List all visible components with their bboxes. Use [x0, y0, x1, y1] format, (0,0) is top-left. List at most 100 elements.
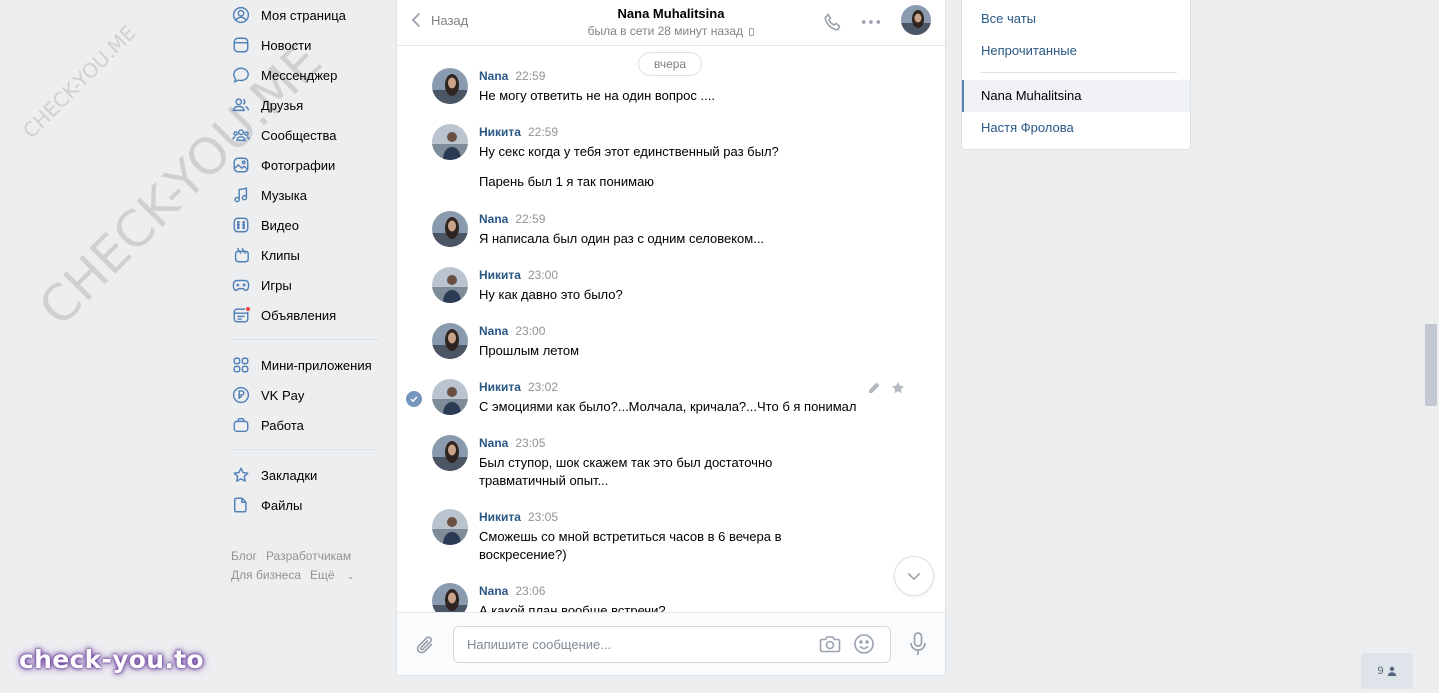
- star-icon[interactable]: [891, 381, 905, 395]
- online-friends-button[interactable]: 9: [1361, 653, 1413, 689]
- all-chats-link[interactable]: Все чаты: [962, 3, 1190, 35]
- nav-games[interactable]: Игры: [231, 270, 381, 300]
- author-name: Никита: [479, 380, 521, 394]
- nav-video[interactable]: Видео: [231, 210, 381, 240]
- message-time: 22:59: [515, 212, 546, 226]
- nav-label: Мини-приложения: [261, 357, 372, 373]
- attach-button[interactable]: [415, 633, 437, 657]
- footer-dev-link[interactable]: Разработчикам: [266, 549, 351, 563]
- message-author[interactable]: Никита 22:59: [479, 125, 558, 139]
- user-circle-icon: [231, 6, 250, 25]
- message-author[interactable]: Nana 23:05: [479, 436, 545, 450]
- message-author[interactable]: Nana 23:00: [479, 324, 545, 338]
- chat-item-active[interactable]: Nana Muhalitsina: [962, 80, 1190, 112]
- message-group-selected[interactable]: Никита 23:02 С эмоциями как было?...Молча…: [397, 379, 927, 419]
- avatar[interactable]: [432, 435, 468, 471]
- message-text: Был ступор, шок скажем так это был доста…: [479, 455, 773, 488]
- nav-music[interactable]: Музыка: [231, 180, 381, 210]
- avatar[interactable]: [432, 379, 468, 415]
- footer-more-link[interactable]: Ещё ⌄: [310, 568, 363, 582]
- nav-vk-pay[interactable]: VK Pay: [231, 380, 381, 410]
- more-button[interactable]: [860, 12, 882, 32]
- microphone-icon: [910, 632, 926, 655]
- nav-label: Сообщества: [261, 127, 337, 143]
- person-icon: [1387, 666, 1396, 676]
- message-text: Прошлым летом: [479, 343, 580, 358]
- message-group[interactable]: Nana 22:59 Я написала был один раз с одни…: [397, 211, 927, 251]
- ads-icon: [231, 305, 251, 325]
- message-text: Не могу ответить не на один вопрос ....: [479, 88, 715, 103]
- message-list: вчера Nana 22:59 Не могу ответить не на о…: [397, 46, 945, 612]
- message-text: А какой план вообще встречи?: [479, 603, 666, 612]
- message-author[interactable]: Nana 23:06: [479, 584, 545, 598]
- edit-icon[interactable]: [867, 381, 881, 395]
- paperclip-icon: [416, 636, 433, 654]
- footer-blog-link[interactable]: Блог: [231, 549, 257, 563]
- nav-jobs[interactable]: Работа: [231, 410, 381, 440]
- nav-label: Работа: [261, 417, 304, 433]
- games-icon: [231, 276, 250, 295]
- message-group[interactable]: Никита 22:59 Ну секс когда у тебя этот ед…: [397, 124, 927, 194]
- nav-bookmarks[interactable]: Закладки: [231, 460, 381, 490]
- avatar[interactable]: [432, 583, 468, 612]
- message-author[interactable]: Никита 23:02: [479, 380, 558, 394]
- watermark-small: CHECK-YOU.ME: [18, 20, 141, 143]
- phone-icon: [824, 13, 841, 31]
- message-text: Я написала был один раз с одним селовеко…: [479, 231, 765, 246]
- notification-dot: [245, 305, 251, 312]
- peer-avatar[interactable]: [901, 5, 931, 35]
- nav-files[interactable]: Файлы: [231, 490, 381, 520]
- message-author[interactable]: Никита 23:05: [479, 510, 558, 524]
- nav-messenger[interactable]: Мессенджер: [231, 60, 381, 90]
- message-actions: [867, 381, 905, 395]
- nav-label: Видео: [261, 217, 299, 233]
- page-scrollbar[interactable]: [1425, 324, 1437, 406]
- message-author[interactable]: Nana 22:59: [479, 212, 545, 226]
- camera-button[interactable]: [819, 634, 841, 654]
- mobile-icon: [749, 28, 755, 36]
- nav-label: Клипы: [261, 247, 300, 263]
- avatar[interactable]: [432, 509, 468, 545]
- scroll-down-button[interactable]: [894, 556, 934, 596]
- chevron-down-icon: ⌄: [346, 571, 355, 581]
- message-text: Ну секс когда у тебя этот единственный р…: [479, 144, 779, 159]
- message-group[interactable]: Никита 23:05 Сможешь со мной встретиться …: [397, 509, 927, 569]
- author-name: Nana: [479, 584, 509, 598]
- message-group[interactable]: Nana 23:06 А какой план вообще встречи?: [397, 583, 927, 612]
- chat-header: Назад Nana Muhalitsina была в сети 28 ми…: [397, 0, 945, 46]
- message-group[interactable]: Nana 23:00 Прошлым летом: [397, 323, 927, 363]
- avatar[interactable]: [432, 68, 468, 104]
- call-button[interactable]: [823, 12, 843, 32]
- avatar[interactable]: [432, 211, 468, 247]
- message-time: 23:05: [515, 436, 546, 450]
- selected-check-icon[interactable]: [406, 391, 422, 407]
- microphone-button[interactable]: [907, 631, 929, 657]
- nav-clips[interactable]: Клипы: [231, 240, 381, 270]
- nav-communities[interactable]: Сообщества: [231, 120, 381, 150]
- emoji-button[interactable]: [853, 633, 875, 655]
- nav-ads[interactable]: Объявления: [231, 300, 381, 330]
- message-group[interactable]: Nana 22:59 Не могу ответить не на один во…: [397, 68, 927, 108]
- avatar[interactable]: [432, 124, 468, 160]
- chevron-down-icon: [907, 572, 921, 580]
- message-author[interactable]: Nana 22:59: [479, 69, 545, 83]
- message-text: Ну как давно это было?: [479, 287, 623, 302]
- unread-chats-link[interactable]: Непрочитанные: [962, 35, 1190, 67]
- nav-mini-apps[interactable]: Мини-приложения: [231, 350, 381, 380]
- footer-business-link[interactable]: Для бизнеса: [231, 568, 301, 582]
- footer-more-label: Ещё: [310, 568, 335, 582]
- nav-photos[interactable]: Фотографии: [231, 150, 381, 180]
- author-name: Никита: [479, 125, 521, 139]
- chat-item[interactable]: Настя Фролова: [962, 112, 1190, 144]
- nav-my-page[interactable]: Моя страница: [231, 0, 381, 30]
- smile-icon: [854, 634, 874, 654]
- author-name: Nana: [479, 212, 509, 226]
- message-group[interactable]: Nana 23:05 Был ступор, шок скажем так это…: [397, 435, 927, 495]
- avatar[interactable]: [432, 323, 468, 359]
- message-author[interactable]: Никита 23:00: [479, 268, 558, 282]
- nav-friends[interactable]: Друзья: [231, 90, 381, 120]
- message-group[interactable]: Никита 23:00 Ну как давно это было?: [397, 267, 927, 307]
- nav-news[interactable]: Новости: [231, 30, 381, 60]
- message-time: 23:02: [527, 380, 559, 394]
- avatar[interactable]: [432, 267, 468, 303]
